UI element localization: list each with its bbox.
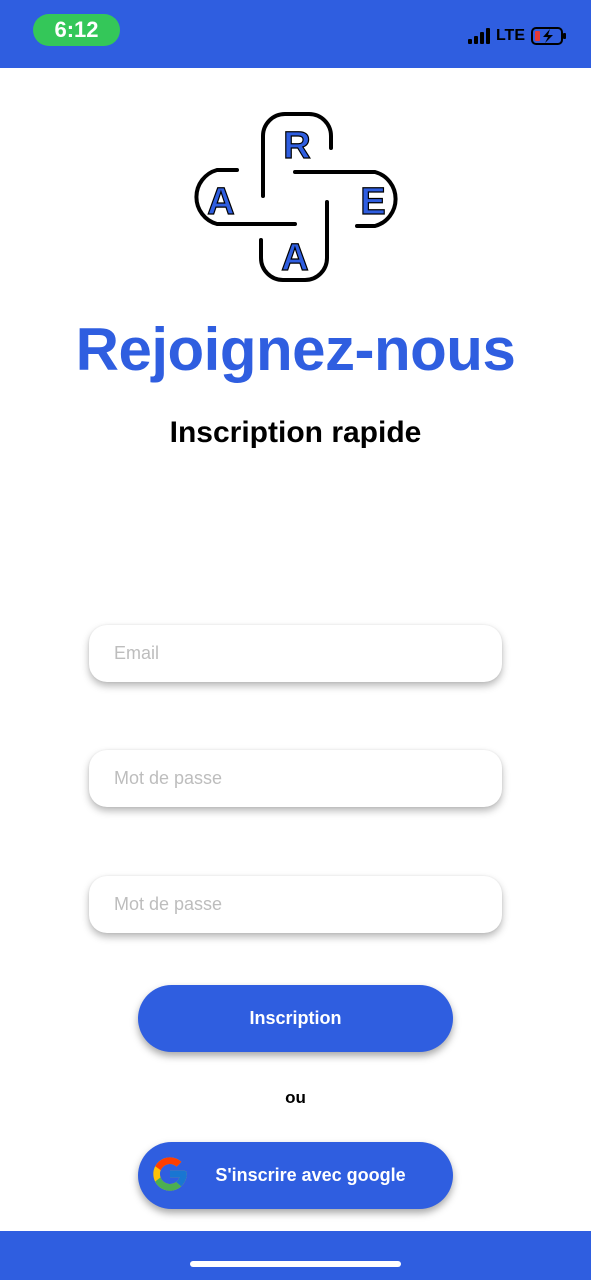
logo-letter-top: R — [283, 125, 310, 167]
app-logo: R A E A — [194, 112, 398, 282]
google-signup-label: S'inscrire avec google — [215, 1165, 406, 1185]
password-confirm-input[interactable] — [112, 893, 502, 916]
password-field[interactable] — [89, 750, 502, 807]
separator-text: ou — [285, 1088, 306, 1107]
password-confirm-field[interactable] — [89, 876, 502, 933]
google-icon — [153, 1157, 187, 1191]
logo-letter-left: A — [207, 181, 234, 223]
logo-letter-right: E — [360, 181, 385, 223]
network-type: LTE — [495, 27, 525, 44]
signal-icon — [467, 28, 490, 44]
email-field[interactable] — [89, 625, 502, 682]
page-subtitle: Inscription rapide — [169, 416, 422, 449]
status-bar: 6:12 LTE — [0, 0, 591, 68]
bottom-bar — [0, 1231, 591, 1280]
status-indicators: LTE — [467, 24, 567, 48]
logo-letter-bottom: A — [281, 237, 308, 279]
password-input[interactable] — [112, 767, 502, 790]
email-input[interactable] — [112, 642, 502, 665]
battery-charging-icon — [531, 27, 566, 45]
google-signup-button[interactable]: S'inscrire avec google — [138, 1142, 453, 1209]
page-title: Rejoignez-nous — [75, 316, 516, 383]
status-time[interactable]: 6:12 — [33, 14, 120, 46]
signup-button[interactable]: Inscription — [138, 985, 453, 1052]
home-indicator[interactable] — [190, 1261, 401, 1267]
